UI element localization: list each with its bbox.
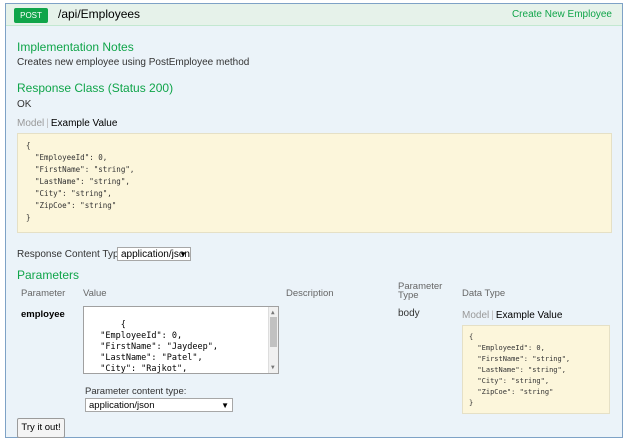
textarea-scrollbar[interactable]: ▲ ▼ xyxy=(268,307,278,373)
try-it-out-button[interactable]: Try it out! xyxy=(17,418,65,438)
dropdown-arrow-icon: ▼ xyxy=(179,250,187,259)
response-content-type-select[interactable]: application/json ▼ xyxy=(117,247,191,261)
dropdown-arrow-icon: ▼ xyxy=(221,401,229,410)
endpoint-path[interactable]: /api/Employees xyxy=(58,7,140,21)
employee-body-textarea[interactable]: { "EmployeeId": 0, "FirstName": "Jaydeep… xyxy=(83,306,279,374)
operation-panel: POST /api/Employees Create New Employee … xyxy=(5,3,623,438)
param-model-tabs: Model | Example Value xyxy=(462,310,563,321)
response-example-code: { "EmployeeId": 0, "FirstName": "string"… xyxy=(17,133,612,233)
method-badge[interactable]: POST xyxy=(14,8,48,23)
col-data-type: Data Type xyxy=(462,288,506,299)
tab-example-value[interactable]: Example Value xyxy=(51,118,118,129)
scroll-thumb[interactable] xyxy=(270,317,277,347)
employee-body-text: { "EmployeeId": 0, "FirstName": "Jaydeep… xyxy=(100,320,218,374)
operation-summary-link[interactable]: Create New Employee xyxy=(512,9,612,20)
col-value: Value xyxy=(83,288,107,299)
response-content-type-label: Response Content Type xyxy=(17,249,125,260)
col-parameter: Parameter xyxy=(21,288,66,299)
param-content-type-label: Parameter content type: xyxy=(85,386,187,397)
param-content-type-value: application/json xyxy=(89,400,155,411)
response-class-heading: Response Class (Status 200) xyxy=(17,81,174,95)
scroll-down-icon[interactable]: ▼ xyxy=(271,362,275,373)
response-model-tabs: Model | Example Value xyxy=(17,118,118,129)
param-tab-model[interactable]: Model xyxy=(462,310,489,321)
parameters-heading: Parameters xyxy=(17,268,80,282)
tab-model[interactable]: Model xyxy=(17,118,44,129)
param-example-code[interactable]: { "EmployeeId": 0, "FirstName": "string"… xyxy=(462,325,610,414)
col-parameter-type: Parameter Type xyxy=(398,281,443,301)
operation-header[interactable]: POST /api/Employees Create New Employee xyxy=(6,4,622,26)
param-name-employee: employee xyxy=(21,309,65,320)
param-type-value: body xyxy=(398,308,420,319)
implementation-notes-heading: Implementation Notes xyxy=(17,40,134,54)
operation-body: Implementation Notes Creates new employe… xyxy=(6,26,622,438)
implementation-notes-text: Creates new employee using PostEmployee … xyxy=(17,57,250,68)
param-tab-example-value[interactable]: Example Value xyxy=(496,310,563,321)
param-content-type-select[interactable]: application/json ▼ xyxy=(85,398,233,412)
response-status-text: OK xyxy=(17,99,32,110)
col-description: Description xyxy=(286,288,334,299)
